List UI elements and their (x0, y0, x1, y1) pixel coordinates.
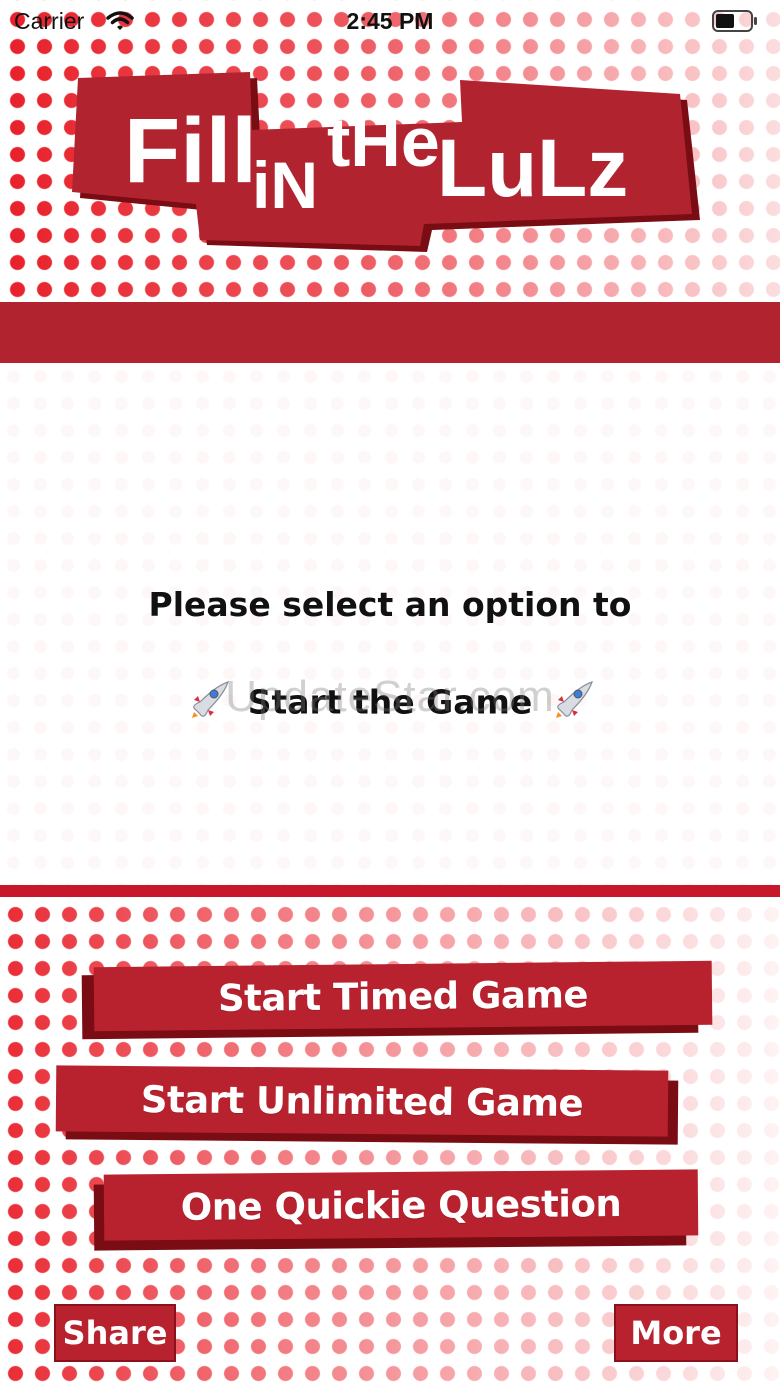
start-timed-game-label: Start Timed Game (93, 960, 713, 1032)
status-time: 2:45 PM (346, 8, 434, 34)
fill-in-the-lulz-logo: Fill iN tHe LuLz (72, 72, 700, 252)
start-unlimited-game-label: Start Unlimited Game (55, 1065, 669, 1137)
more-label: More (614, 1304, 738, 1362)
watermark: UpdateStar.com (225, 672, 555, 721)
content-area-background (0, 363, 780, 885)
status-bar: Carrier 2:45 PM (0, 0, 780, 44)
logo-word-in: iN (252, 148, 318, 222)
prompt-text: Please select an option to (148, 585, 632, 624)
share-label: Share (54, 1304, 176, 1362)
header-red-band (0, 302, 780, 363)
share-button[interactable]: Share (54, 1304, 178, 1364)
one-quickie-question-button[interactable]: One Quickie Question (93, 1169, 700, 1251)
start-unlimited-game-button[interactable]: Start Unlimited Game (55, 1065, 680, 1145)
battery-icon (712, 10, 758, 32)
divider-red-line (0, 885, 780, 897)
start-timed-game-button[interactable]: Start Timed Game (81, 960, 714, 1040)
logo-word-fill: Fill (124, 100, 257, 202)
more-button[interactable]: More (614, 1304, 740, 1364)
logo-word-lulz: LuLz (437, 123, 628, 214)
logo-word-the: tHe (327, 103, 440, 181)
one-quickie-question-label: One Quickie Question (103, 1169, 699, 1241)
